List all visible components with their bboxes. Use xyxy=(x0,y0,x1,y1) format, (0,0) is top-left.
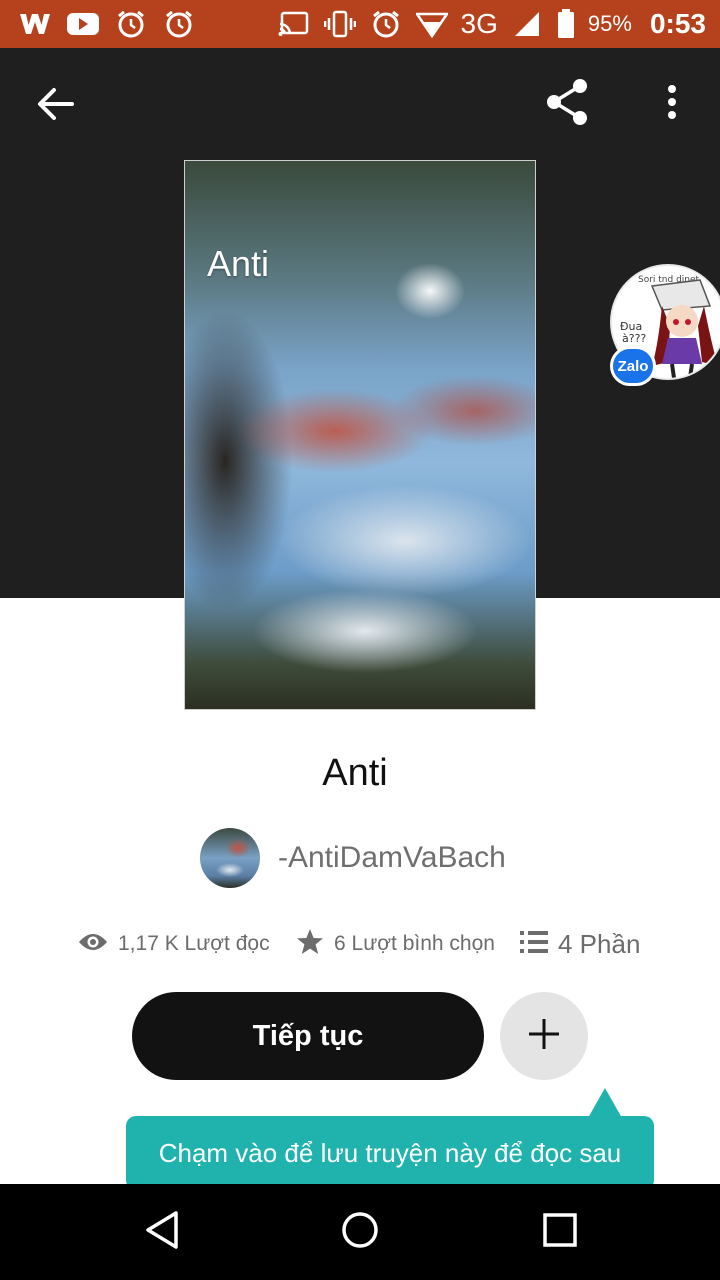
story-title: Anti xyxy=(322,752,388,794)
eye-icon xyxy=(78,932,108,957)
alarm-icon xyxy=(162,8,196,40)
vibrate-icon xyxy=(323,8,357,40)
reads-stat: 1,17 K Lượt đọc xyxy=(78,932,296,957)
parts-stat[interactable]: 4 Phần xyxy=(520,929,640,960)
reads-count: 1,17 K Lượt đọc xyxy=(118,932,270,955)
parts-count: 4 Phần xyxy=(558,928,641,959)
battery-icon xyxy=(556,8,576,40)
nav-back-icon xyxy=(144,1210,180,1255)
votes-stat: 6 Lượt bình chọn xyxy=(296,928,520,961)
list-icon xyxy=(520,930,548,959)
story-stats: 1,17 K Lượt đọc 6 Lượt bình chọn 4 Phần xyxy=(78,922,658,966)
back-button[interactable] xyxy=(30,84,82,128)
arrow-left-icon xyxy=(36,86,76,127)
nav-back-button[interactable] xyxy=(140,1210,184,1254)
add-to-library-button[interactable] xyxy=(500,992,588,1080)
nav-home-button[interactable] xyxy=(338,1210,382,1254)
plus-icon xyxy=(527,1017,561,1056)
alarm-icon xyxy=(114,8,148,40)
share-button[interactable] xyxy=(540,76,596,132)
wifi-icon xyxy=(415,8,449,40)
network-type: 3G xyxy=(460,8,498,39)
star-icon xyxy=(296,928,324,961)
author-name[interactable]: -AntiDamVaBach xyxy=(278,841,506,875)
battery-percent: 95% xyxy=(587,11,632,36)
wattpad-icon xyxy=(18,8,52,40)
more-options-button[interactable] xyxy=(652,78,692,130)
status-bar: 3G 95% 0:53 xyxy=(0,0,720,48)
save-tooltip[interactable]: Chạm vào để lưu truyện này để đọc sau xyxy=(126,1116,654,1190)
continue-reading-button[interactable]: Tiếp tục xyxy=(132,992,484,1080)
nav-home-icon xyxy=(340,1210,380,1255)
zalo-badge[interactable]: Zalo xyxy=(610,346,656,386)
status-right-icons: 3G 95% 0:53 xyxy=(277,6,706,42)
author-row[interactable]: -AntiDamVaBach xyxy=(200,828,506,888)
votes-count: 6 Lượt bình chọn xyxy=(334,932,495,955)
author-avatar[interactable] xyxy=(200,828,260,888)
tooltip-arrow xyxy=(588,1088,622,1118)
share-icon xyxy=(543,77,593,132)
chat-head-note-2: à??? xyxy=(622,332,646,345)
more-vertical-icon xyxy=(666,84,678,125)
cover-title: Anti xyxy=(207,243,270,284)
system-nav-bar xyxy=(0,1184,720,1280)
story-cover[interactable]: Anti xyxy=(184,160,536,710)
alarm-icon xyxy=(369,8,403,40)
nav-recents-icon xyxy=(542,1212,578,1253)
signal-icon xyxy=(510,8,544,40)
youtube-icon xyxy=(66,8,100,40)
status-left-icons xyxy=(18,8,196,40)
cast-icon xyxy=(277,8,311,40)
clock: 0:53 xyxy=(649,8,706,39)
nav-recents-button[interactable] xyxy=(538,1210,582,1254)
